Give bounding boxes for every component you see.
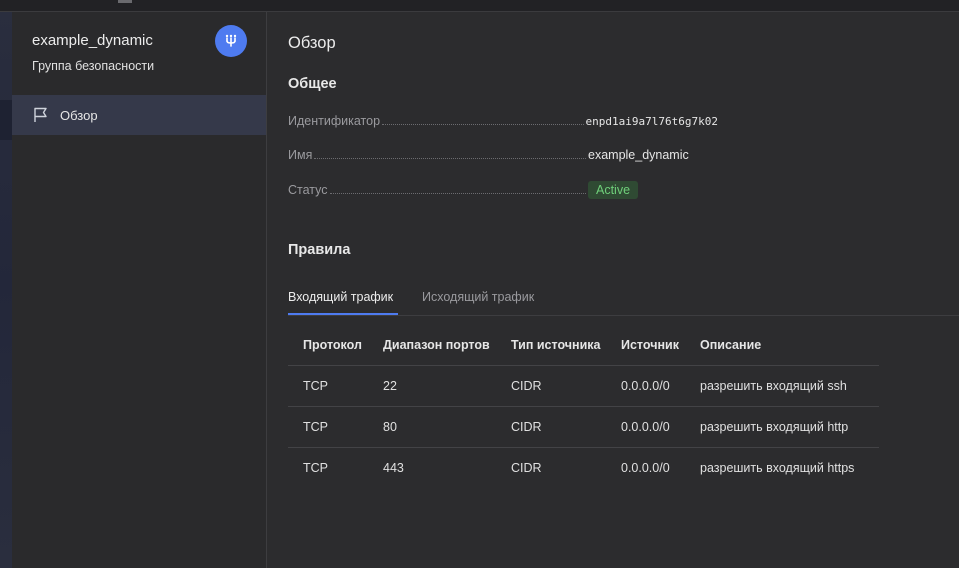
status-badge: Active <box>588 181 639 199</box>
cell-protocol: TCP <box>288 365 368 407</box>
sidebar-title: example_dynamic <box>32 32 153 49</box>
main-content: Обзор Общее Идентификатор enpd1ai9a7l76t… <box>268 12 959 568</box>
top-bar <box>0 0 959 12</box>
column-header-description: Описание <box>685 325 879 366</box>
cell-source-type: CIDR <box>496 406 606 448</box>
sidebar-subtitle: Группа безопасности <box>32 59 155 73</box>
cell-protocol: TCP <box>288 406 368 448</box>
page-title: Обзор <box>288 34 336 52</box>
top-tab-indicator[interactable] <box>118 0 132 3</box>
column-header-source-type: Тип источника <box>496 325 606 366</box>
rules-tabs: Входящий трафик Исходящий трафик <box>288 282 959 316</box>
network-icon <box>215 25 247 57</box>
app-background <box>0 0 12 568</box>
field-row-status: Статус Active <box>288 179 718 201</box>
field-value-id[interactable]: enpd1ai9a7l76t6g7k02 <box>586 115 718 128</box>
cell-ports: 443 <box>383 461 404 475</box>
cell-source: 0.0.0.0/0 <box>621 461 670 475</box>
field-label: Статус <box>288 183 588 197</box>
rules-table: Протокол Диапазон портов Тип источника И… <box>288 325 879 488</box>
tab-egress[interactable]: Исходящий трафик <box>422 290 534 304</box>
column-header-protocol: Протокол <box>288 325 368 366</box>
cell-ports: 22 <box>368 365 496 407</box>
tab-ingress[interactable]: Входящий трафик <box>288 290 393 304</box>
field-value-name[interactable]: example_dynamic <box>588 148 689 162</box>
field-row-id: Идентификатор enpd1ai9a7l76t6g7k02 <box>288 110 718 132</box>
section-title-general: Общее <box>288 76 337 92</box>
sidebar-item-overview[interactable]: Обзор <box>12 95 266 135</box>
cell-description: разрешить входящий https <box>700 461 855 475</box>
table-row[interactable]: TCP 80 CIDR 0.0.0.0/0 разрешить входящий… <box>288 406 879 448</box>
cell-ports: 80 <box>368 406 496 448</box>
field-label: Идентификатор <box>288 114 586 128</box>
field-label: Имя <box>288 148 588 162</box>
section-title-rules: Правила <box>288 242 351 258</box>
cell-protocol: TCP <box>303 461 328 475</box>
cell-source: 0.0.0.0/0 <box>606 365 685 407</box>
flag-icon <box>32 106 50 124</box>
table-header-row: Протокол Диапазон портов Тип источника И… <box>288 325 879 366</box>
table-row[interactable]: TCP 443 CIDR 0.0.0.0/0 разрешить входящи… <box>288 448 879 489</box>
sidebar: example_dynamic Группа безопасности Обзо… <box>12 12 267 568</box>
app-frame: example_dynamic Группа безопасности Обзо… <box>0 0 959 568</box>
field-row-name: Имя example_dynamic <box>288 144 718 166</box>
sidebar-item-label: Обзор <box>60 107 98 123</box>
cell-source-type: CIDR <box>511 461 542 475</box>
table-row[interactable]: TCP 22 CIDR 0.0.0.0/0 разрешить входящий… <box>288 365 879 407</box>
cell-source-type: CIDR <box>496 365 606 407</box>
column-header-source: Источник <box>606 325 685 366</box>
cell-description: разрешить входящий ssh <box>685 365 879 407</box>
cell-description: разрешить входящий http <box>685 406 879 448</box>
active-tab-indicator <box>288 313 398 315</box>
column-header-ports: Диапазон портов <box>368 325 496 366</box>
cell-source: 0.0.0.0/0 <box>606 406 685 448</box>
